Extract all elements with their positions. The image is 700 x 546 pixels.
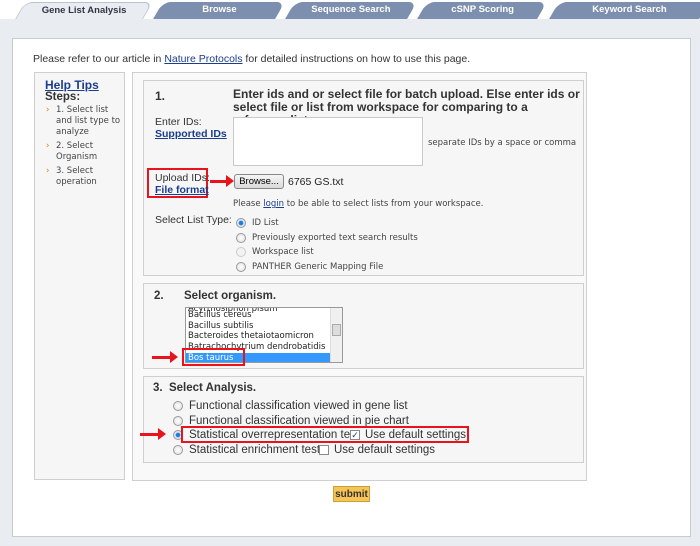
tab-bar: Gene List Analysis Browse Sequence Searc… <box>0 0 700 19</box>
radio-pie-chart[interactable] <box>173 416 183 426</box>
chevron-right-icon: › <box>46 105 50 115</box>
login-suffix: to be able to select lists from your wor… <box>284 199 484 209</box>
tab-csnp-scoring[interactable]: cSNP Scoring <box>417 2 547 19</box>
login-prefix: Please <box>233 199 264 209</box>
radio-gene-list[interactable] <box>173 401 183 411</box>
intro-text: Please refer to our article in Nature Pr… <box>33 53 470 65</box>
red-arrow-icon <box>140 428 166 440</box>
organism-option[interactable]: Bacillus cereus <box>188 310 252 320</box>
tab-browse[interactable]: Browse <box>153 2 285 19</box>
steps-list: › 1. Select list and list type to analyze… <box>46 105 124 188</box>
browse-button[interactable]: Browse... <box>234 174 284 189</box>
organism-option[interactable]: Bacillus subtilis <box>188 321 253 331</box>
list-type-label: Select List Type: <box>155 214 232 226</box>
tab-keyword-search[interactable]: Keyword Search <box>549 2 700 19</box>
radio-workspace-list <box>236 247 246 257</box>
red-arrow-icon <box>152 351 178 363</box>
tab-gene-list-analysis[interactable]: Gene List Analysis <box>15 2 153 19</box>
enrichment-default-label: Use default settings <box>334 444 436 456</box>
ids-textarea[interactable] <box>233 117 423 166</box>
login-link[interactable]: login <box>263 199 284 209</box>
scrollbar-thumb[interactable] <box>332 324 341 336</box>
list-type-label-id-list: ID List <box>252 218 279 228</box>
step-text: 3. Select operation <box>56 166 97 187</box>
help-tips-link[interactable]: Help Tips <box>45 78 99 92</box>
nature-protocols-link[interactable]: Nature Protocols <box>164 53 242 65</box>
list-type-label-workspace: Workspace list <box>252 247 314 257</box>
tab-label: cSNP Scoring <box>450 4 514 15</box>
enter-ids-label: Enter IDs: <box>155 116 202 128</box>
selected-file-name: 6765 GS.txt <box>288 176 344 188</box>
intro-suffix: for detailed instructions on how to use … <box>242 53 471 65</box>
analysis-label-enrichment: Statistical enrichment test <box>189 444 321 456</box>
help-sidebar: Help Tips Steps: › 1. Select list and lis… <box>34 72 125 480</box>
checkbox-enrichment-default[interactable] <box>319 445 329 455</box>
file-format-link[interactable]: File format <box>155 184 209 196</box>
submit-button[interactable]: submit <box>333 486 370 502</box>
organism-option[interactable]: Bacteroides thetaiotaomicron <box>188 331 314 341</box>
radio-exported-text[interactable] <box>236 233 246 243</box>
listbox-scrollbar[interactable] <box>330 308 342 362</box>
section1-number: 1. <box>155 89 166 103</box>
section2-heading: Select organism. <box>184 290 277 302</box>
tab-label: Browse <box>202 4 237 15</box>
step-text: 1. Select list and list type to analyze <box>56 105 121 137</box>
login-note: Please login to be able to select lists … <box>233 199 484 209</box>
highlight-box-analysis <box>181 426 469 443</box>
red-arrow-icon <box>210 175 234 187</box>
ids-hint: separate IDs by a space or comma <box>428 138 577 148</box>
highlight-box-organism <box>182 348 245 366</box>
section3-heading: 3. Select Analysis. <box>153 382 257 394</box>
section2-number: 2. <box>154 290 164 302</box>
radio-enrichment[interactable] <box>173 445 183 455</box>
step-text: 2. Select Organism <box>56 141 98 162</box>
analysis-label-gene-list: Functional classification viewed in gene… <box>189 400 408 412</box>
tab-label: Keyword Search <box>592 4 667 15</box>
chevron-right-icon: › <box>46 141 50 151</box>
radio-id-list[interactable] <box>236 218 246 228</box>
step-item: › 3. Select operation <box>46 166 124 188</box>
upload-ids-label: Upload IDs: <box>155 172 210 184</box>
step-item: › 2. Select Organism <box>46 141 124 163</box>
chevron-right-icon: › <box>46 166 50 176</box>
tab-label: Sequence Search <box>311 4 391 15</box>
list-type-label-panther: PANTHER Generic Mapping File <box>252 262 384 272</box>
tab-label: Gene List Analysis <box>41 5 127 16</box>
tab-sequence-search[interactable]: Sequence Search <box>285 2 417 19</box>
step-item: › 1. Select list and list type to analyze <box>46 105 124 138</box>
list-type-label-exported: Previously exported text search results <box>252 233 418 243</box>
supported-ids-link[interactable]: Supported IDs <box>155 128 227 140</box>
intro-prefix: Please refer to our article in <box>33 53 165 65</box>
steps-label: Steps: <box>45 91 81 103</box>
radio-panther-mapping[interactable] <box>236 262 246 272</box>
